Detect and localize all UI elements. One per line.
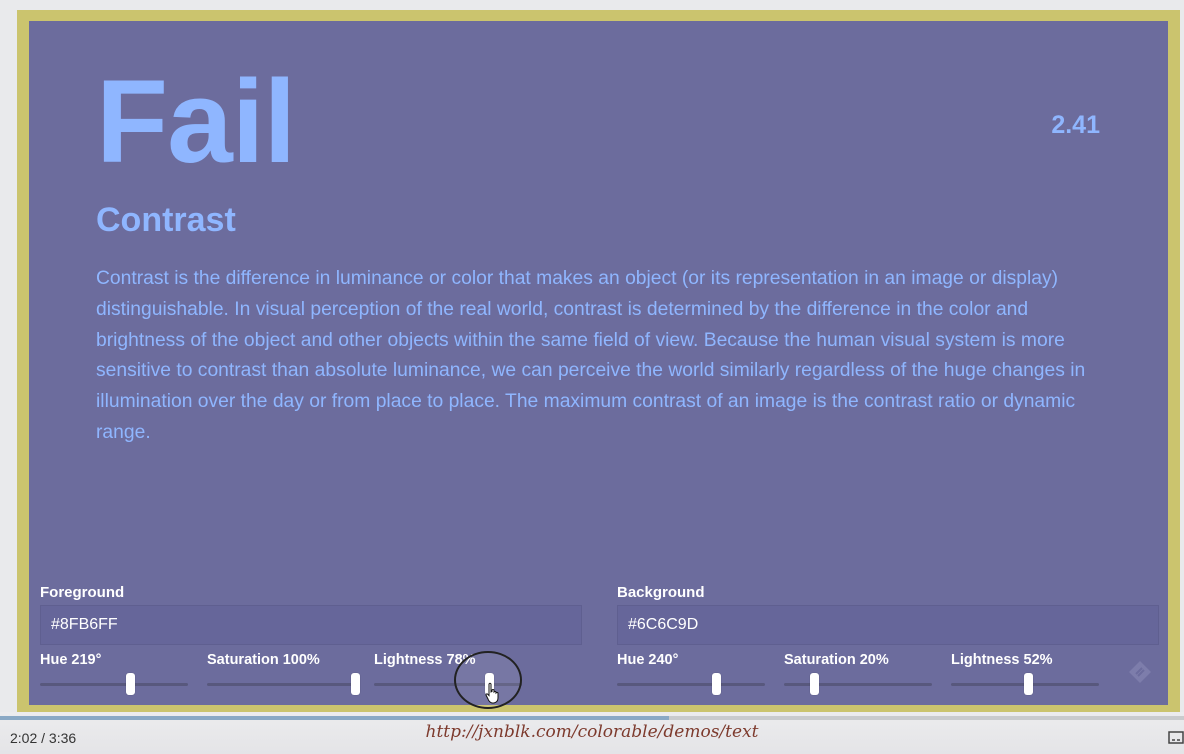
background-lightness-slider[interactable]: Lightness 52% <box>951 651 1099 695</box>
background-hex-input[interactable] <box>617 605 1159 645</box>
video-progress-fill <box>0 716 669 720</box>
slider-label: Hue 219° <box>40 652 102 668</box>
logo-diamond-icon[interactable] <box>1128 660 1152 684</box>
foreground-hex-input[interactable] <box>40 605 582 645</box>
background-title: Background <box>617 584 705 601</box>
slider-thumb[interactable] <box>1023 673 1033 695</box>
slider-thumb[interactable] <box>125 673 135 695</box>
slider-thumb[interactable] <box>711 673 721 695</box>
slider-label: Saturation 100% <box>207 652 320 668</box>
contrast-demo-area: Fail 2.41 Contrast Contrast is the diffe… <box>29 21 1168 705</box>
closed-captions-icon[interactable] <box>1168 731 1184 745</box>
foreground-title: Foreground <box>40 584 125 601</box>
slider-thumb[interactable] <box>351 673 360 695</box>
video-progress-track[interactable] <box>0 716 1184 720</box>
slider-label: Lightness 52% <box>951 652 1053 668</box>
background-sliders: Hue 240° Saturation 20% Lightness 52% <box>617 651 1159 701</box>
slider-track[interactable] <box>784 673 932 695</box>
foreground-saturation-slider[interactable]: Saturation 100% <box>207 651 360 695</box>
verdict-text: Fail <box>96 56 296 188</box>
slider-track[interactable] <box>207 673 360 695</box>
slider-label: Hue 240° <box>617 652 679 668</box>
background-saturation-slider[interactable]: Saturation 20% <box>784 651 932 695</box>
contrast-ratio: 2.41 <box>1051 111 1100 139</box>
caption-url: http://jxnblk.com/colorable/demos/text <box>425 722 759 742</box>
slider-label: Saturation 20% <box>784 652 889 668</box>
hand-pointer-icon <box>485 682 499 704</box>
slider-track[interactable] <box>951 673 1099 695</box>
sample-heading: Contrast <box>96 201 236 239</box>
background-hue-slider[interactable]: Hue 240° <box>617 651 765 695</box>
foreground-hue-slider[interactable]: Hue 219° <box>40 651 188 695</box>
slider-thumb[interactable] <box>809 673 819 695</box>
background-panel: Background Hue 240° Saturation 20% Light… <box>617 583 1159 701</box>
slider-track[interactable] <box>617 673 765 695</box>
sample-paragraph: Contrast is the difference in luminance … <box>96 268 1086 443</box>
slider-track[interactable] <box>40 673 188 695</box>
